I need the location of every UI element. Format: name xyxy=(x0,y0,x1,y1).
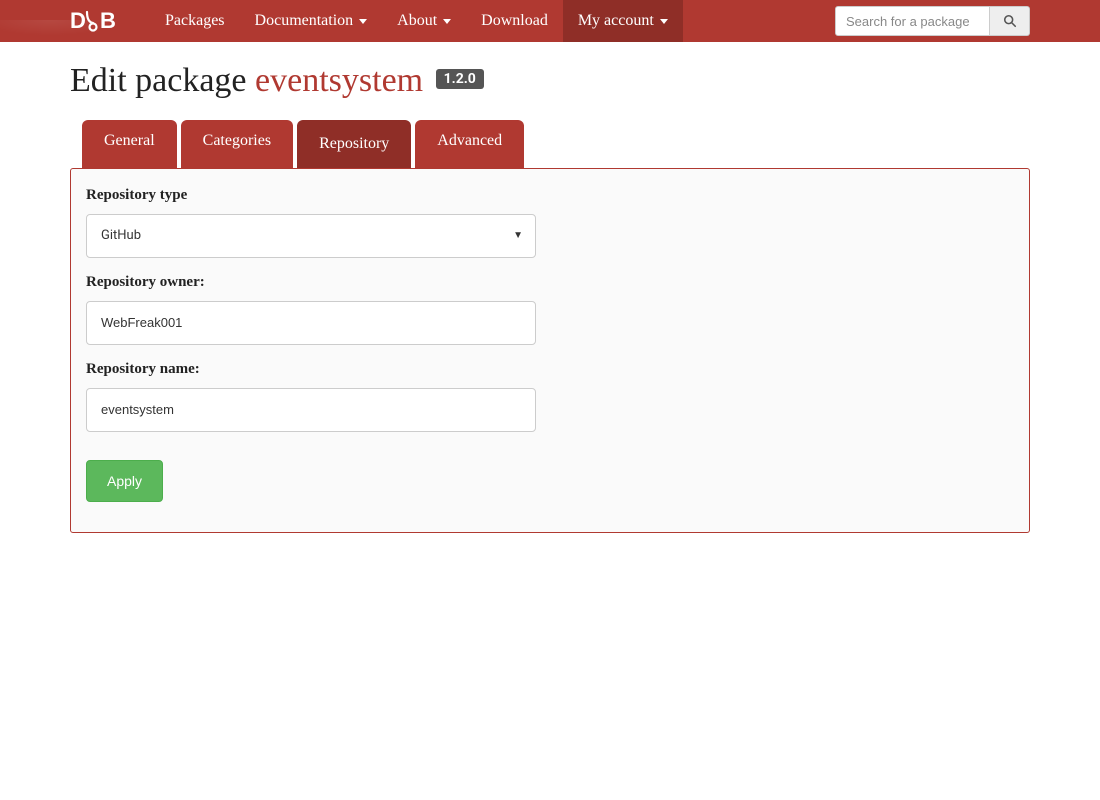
search-wrap xyxy=(835,6,1030,36)
navbar: D B Packages Documentation About Downloa… xyxy=(0,0,1100,42)
repo-type-select[interactable]: GitHub ▼ xyxy=(86,214,536,258)
search-icon xyxy=(1003,14,1017,28)
svg-text:D: D xyxy=(70,9,86,33)
logo[interactable]: D B xyxy=(70,9,120,33)
nav-download[interactable]: Download xyxy=(466,0,563,42)
package-name: eventsystem xyxy=(255,62,423,99)
tab-repository[interactable]: Repository xyxy=(297,120,411,168)
nav-packages[interactable]: Packages xyxy=(150,0,240,42)
repo-name-input[interactable] xyxy=(86,388,536,432)
nav-about-label: About xyxy=(397,0,437,42)
nav-about[interactable]: About xyxy=(382,0,466,42)
repo-type-value: GitHub xyxy=(101,228,141,243)
search-button[interactable] xyxy=(990,6,1030,36)
nav-my-account[interactable]: My account xyxy=(563,0,683,42)
caret-down-icon xyxy=(660,19,668,24)
caret-down-icon xyxy=(359,19,367,24)
tabs: General Categories Repository Advanced xyxy=(70,120,1030,168)
tab-categories[interactable]: Categories xyxy=(181,120,293,168)
repo-type-label: Repository type xyxy=(86,187,1014,204)
tab-general[interactable]: General xyxy=(82,120,177,168)
repo-type-group: Repository type GitHub ▼ xyxy=(86,187,1014,258)
repo-owner-label: Repository owner: xyxy=(86,274,1014,291)
main-container: Edit package eventsystem 1.2.0 General C… xyxy=(70,42,1030,533)
search-input[interactable] xyxy=(835,6,990,36)
repo-owner-input[interactable] xyxy=(86,301,536,345)
repo-name-label: Repository name: xyxy=(86,361,1014,378)
chevron-down-icon: ▼ xyxy=(513,230,523,241)
repo-owner-group: Repository owner: xyxy=(86,274,1014,345)
caret-down-icon xyxy=(443,19,451,24)
dub-logo-icon: D B xyxy=(70,9,120,33)
form-panel: Repository type GitHub ▼ Repository owne… xyxy=(70,168,1030,533)
repo-name-group: Repository name: xyxy=(86,361,1014,432)
version-badge: 1.2.0 xyxy=(436,69,484,89)
nav-items: Packages Documentation About Download My… xyxy=(150,0,683,42)
apply-button[interactable]: Apply xyxy=(86,460,163,502)
page-title: Edit package eventsystem 1.2.0 xyxy=(70,62,1030,100)
svg-text:B: B xyxy=(100,9,116,33)
nav-my-account-label: My account xyxy=(578,0,654,42)
title-prefix: Edit package xyxy=(70,62,255,99)
tab-advanced[interactable]: Advanced xyxy=(415,120,524,168)
nav-documentation[interactable]: Documentation xyxy=(240,0,383,42)
nav-documentation-label: Documentation xyxy=(255,0,354,42)
